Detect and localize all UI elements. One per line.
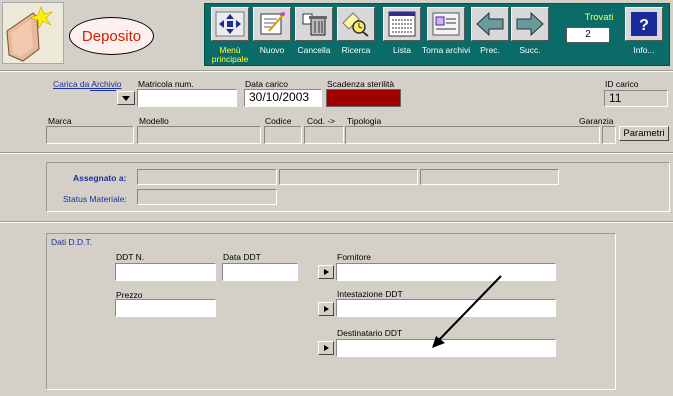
annotation-arrow-icon (432, 275, 502, 348)
